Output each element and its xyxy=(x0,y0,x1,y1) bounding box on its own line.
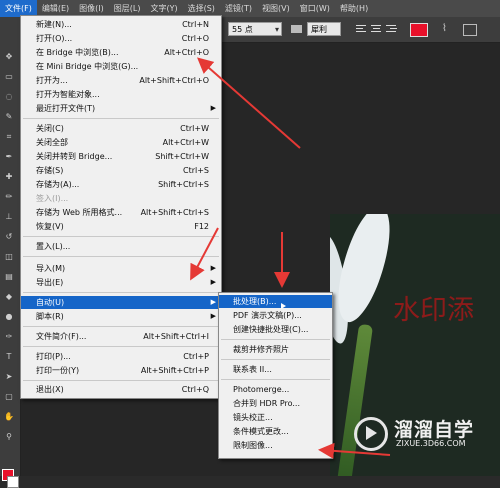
menu-item-scripts[interactable]: 脚本(R) ▶ xyxy=(21,310,221,323)
menu-separator xyxy=(23,380,219,381)
menu-item-automate[interactable]: 自动(U) ▶ xyxy=(21,296,221,309)
menu-item-create-droplet[interactable]: 创建快捷批处理(C)... xyxy=(219,323,332,336)
menu-separator xyxy=(23,256,219,257)
menu-item-close[interactable]: 关闭(C) Ctrl+W xyxy=(21,122,221,135)
menu-item-import[interactable]: 导入(M) ▶ xyxy=(21,262,221,275)
chevron-down-icon: ▾ xyxy=(274,25,279,34)
blur-tool-icon[interactable]: ◆ xyxy=(3,292,15,302)
menu-window[interactable]: 窗口(W) xyxy=(295,0,335,17)
menu-item-open-smart-object[interactable]: 打开为智能对象... xyxy=(21,88,221,101)
menu-item-print-one-copy[interactable]: 打印一份(Y) Alt+Shift+Ctrl+P xyxy=(21,364,221,377)
menu-separator xyxy=(23,346,219,347)
move-tool-icon[interactable]: ✥ xyxy=(3,52,15,62)
pen-tool-icon[interactable]: ✑ xyxy=(3,332,15,342)
align-center-icon[interactable] xyxy=(370,23,382,35)
menu-filter[interactable]: 滤镜(T) xyxy=(220,0,257,17)
menu-view[interactable]: 视图(V) xyxy=(257,0,295,17)
font-size-select[interactable]: 55 点 ▾ xyxy=(228,22,282,36)
brush-tool-icon[interactable]: ✏ xyxy=(3,192,15,202)
menu-item-browse-mini-bridge[interactable]: 在 Mini Bridge 中浏览(G)... xyxy=(21,60,221,73)
align-left-icon[interactable] xyxy=(355,23,367,35)
menu-item-close-all[interactable]: 关闭全部 Alt+Ctrl+W xyxy=(21,136,221,149)
font-size-value: 55 点 xyxy=(232,25,253,34)
menu-separator xyxy=(23,292,219,293)
mouse-cursor-icon xyxy=(281,303,286,309)
menu-item-recent-files[interactable]: 最近打开文件(T) ▶ xyxy=(21,102,221,115)
gradient-tool-icon[interactable]: ▤ xyxy=(3,272,15,282)
background-color-swatch[interactable] xyxy=(7,476,19,488)
menu-item-pdf-presentation[interactable]: PDF 演示文稿(P)... xyxy=(219,309,332,322)
history-brush-tool-icon[interactable]: ↺ xyxy=(3,232,15,242)
logo-url: ZIXUE.3D66.COM xyxy=(396,439,466,448)
play-icon xyxy=(366,426,377,440)
lasso-tool-icon[interactable]: ◌ xyxy=(3,92,15,102)
antialias-icon xyxy=(291,25,302,33)
clone-stamp-tool-icon[interactable]: ⊥ xyxy=(3,212,15,222)
type-tool-icon[interactable]: T xyxy=(3,352,15,362)
menu-item-check-in: 签入(I)... xyxy=(36,194,69,203)
menu-separator xyxy=(23,236,219,237)
automate-submenu: 批处理(B)... PDF 演示文稿(P)... 创建快捷批处理(C)... 裁… xyxy=(218,292,333,459)
quick-select-tool-icon[interactable]: ✎ xyxy=(3,112,15,122)
menu-item-exit[interactable]: 退出(X) Ctrl+Q xyxy=(21,383,221,396)
warp-text-icon[interactable]: ⌇ xyxy=(442,22,456,36)
chevron-right-icon: ▶ xyxy=(210,312,216,320)
menu-item-crop-straighten[interactable]: 裁剪并修齐照片 xyxy=(219,343,332,356)
menu-item-fit-image[interactable]: 限制图像... xyxy=(219,439,332,452)
menu-help[interactable]: 帮助(H) xyxy=(335,0,373,17)
eyedropper-tool-icon[interactable]: ✒ xyxy=(3,152,15,162)
menu-item-save-for-web[interactable]: 存储为 Web 所用格式... Alt+Shift+Ctrl+S xyxy=(21,206,221,219)
menu-item-open[interactable]: 打开(O)... Ctrl+O xyxy=(21,32,221,45)
marquee-tool-icon[interactable]: ▭ xyxy=(3,72,15,82)
shape-tool-icon[interactable]: ▢ xyxy=(3,392,15,402)
chevron-right-icon: ▶ xyxy=(210,104,216,112)
menu-item-new[interactable]: 新建(N)... Ctrl+N xyxy=(21,18,221,31)
menu-item-lens-correction[interactable]: 镜头校正... xyxy=(219,411,332,424)
menu-separator xyxy=(221,359,330,360)
site-logo: 溜溜自学 ZIXUE.3D66.COM xyxy=(354,415,494,453)
menu-item-open-as[interactable]: 打开为... Alt+Shift+Ctrl+O xyxy=(21,74,221,87)
logo-name: 溜溜自学 xyxy=(394,419,475,441)
menu-separator xyxy=(23,326,219,327)
menu-item-export[interactable]: 导出(E) ▶ xyxy=(21,276,221,289)
menu-item-close-go-bridge[interactable]: 关闭并转到 Bridge... Shift+Ctrl+W xyxy=(21,150,221,163)
chevron-right-icon: ▶ xyxy=(210,278,216,286)
menu-item-conditional-mode-change[interactable]: 条件模式更改... xyxy=(219,425,332,438)
zoom-tool-icon[interactable]: ⚲ xyxy=(3,432,15,442)
tools-panel: ✥ ▭ ◌ ✎ ⌗ ✒ ✚ ✏ ⊥ ↺ ◫ ▤ ◆ ● ✑ T ➤ ▢ ✋ ⚲ xyxy=(0,42,21,488)
chevron-right-icon: ▶ xyxy=(210,264,216,272)
align-right-icon[interactable] xyxy=(385,23,397,35)
menu-item-revert[interactable]: 恢复(V) F12 xyxy=(21,220,221,233)
healing-tool-icon[interactable]: ✚ xyxy=(3,172,15,182)
menu-item-save[interactable]: 存储(S) Ctrl+S xyxy=(21,164,221,177)
crop-tool-icon[interactable]: ⌗ xyxy=(3,132,15,142)
menu-item-batch[interactable]: 批处理(B)... xyxy=(219,295,332,308)
menu-item-photomerge[interactable]: Photomerge... xyxy=(219,383,332,396)
menu-item-file-info[interactable]: 文件简介(F)... Alt+Shift+Ctrl+I xyxy=(21,330,221,343)
antialias-value: 犀利 xyxy=(311,25,327,34)
hand-tool-icon[interactable]: ✋ xyxy=(3,412,15,422)
menu-item-place[interactable]: 置入(L)... xyxy=(21,240,221,253)
menu-item-merge-hdr[interactable]: 合并到 HDR Pro... xyxy=(219,397,332,410)
flower-stem xyxy=(336,323,374,476)
antialias-select[interactable]: 犀利 xyxy=(307,22,341,36)
chevron-right-icon: ▶ xyxy=(210,298,216,306)
menu-separator xyxy=(221,379,330,380)
menu-item-contact-sheet[interactable]: 联系表 II... xyxy=(219,363,332,376)
watermark-text-layer: 水印添 xyxy=(393,295,474,326)
dodge-tool-icon[interactable]: ● xyxy=(3,312,15,322)
text-color-swatch[interactable] xyxy=(410,23,428,37)
character-panel-icon[interactable] xyxy=(463,24,477,36)
menu-separator xyxy=(23,118,219,119)
menu-item-save-as[interactable]: 存储为(A)... Shift+Ctrl+S xyxy=(21,178,221,191)
menu-item-print[interactable]: 打印(P)... Ctrl+P xyxy=(21,350,221,363)
path-select-tool-icon[interactable]: ➤ xyxy=(3,372,15,382)
menu-item-browse-bridge[interactable]: 在 Bridge 中浏览(B)... Alt+Ctrl+O xyxy=(21,46,221,59)
file-menu: 新建(N)... Ctrl+N 打开(O)... Ctrl+O 在 Bridge 中… xyxy=(20,15,222,399)
eraser-tool-icon[interactable]: ◫ xyxy=(3,252,15,262)
menu-separator xyxy=(221,339,330,340)
